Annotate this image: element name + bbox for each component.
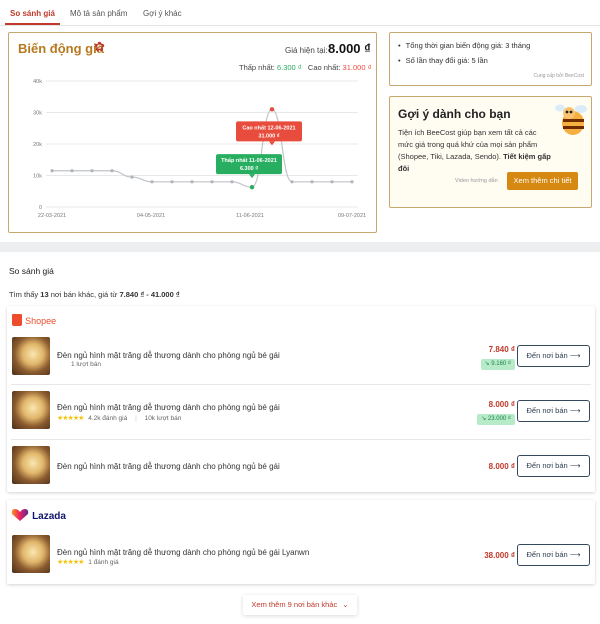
product-name[interactable]: Đèn ngủ hình mặt trăng dễ thương dành ch…: [57, 548, 309, 557]
tab-other-suggestions[interactable]: Gợi ý khác: [143, 9, 182, 18]
rating-count: 4.2k đánh giá: [88, 415, 128, 422]
beecost-credit: Cung cấp bởi BeeCost: [533, 73, 584, 79]
lazada-logo: Lazada: [11, 508, 66, 522]
product-price: 38.000 ₫: [484, 551, 515, 560]
go-to-store-button[interactable]: Đến nơi bán ⟶: [517, 455, 590, 477]
product-thumbnail[interactable]: [12, 446, 50, 484]
data-point: [70, 169, 74, 173]
data-point: [110, 169, 114, 173]
chevron-down-icon: ⌄: [342, 600, 349, 609]
product-name[interactable]: Đèn ngủ hình mặt trăng dễ thương dành ch…: [57, 403, 280, 412]
rating-count: 1 đánh giá: [88, 559, 119, 566]
data-point: [249, 184, 255, 190]
x-tick-label: 04-05-2021: [137, 213, 165, 219]
data-point: [269, 107, 275, 112]
section-divider: [0, 242, 600, 252]
data-point: [310, 180, 314, 184]
go-to-store-button[interactable]: Đến nơi bán ⟶: [517, 544, 590, 566]
data-point: [170, 180, 174, 184]
data-point: [290, 180, 294, 184]
data-point: [150, 180, 154, 184]
list-item: Đèn ngủ hình mặt trăng dễ thương dành ch…: [7, 386, 595, 434]
see-more-label: Xem thêm 9 nơi bán khác: [251, 600, 338, 609]
price-drop-badge: ↘ 23.000 ₫: [477, 414, 515, 425]
product-sold: 1 lượt bán: [71, 361, 101, 368]
found-sellers-summary: Tìm thấy 13 nơi bán khác, giá từ 7.840 ₫…: [9, 290, 180, 299]
lazada-seller-group: Lazada Đèn ngủ hình mặt trăng dễ thương …: [7, 500, 595, 584]
row-divider: [11, 439, 591, 440]
price-change-info-card: Tổng thời gian biến động giá: 3 tháng Số…: [389, 32, 592, 86]
callout-pointer: [269, 141, 275, 146]
product-name[interactable]: Đèn ngủ hình mặt trăng dễ thương dành ch…: [57, 462, 280, 471]
product-sold: 10k lượt bán: [144, 415, 182, 422]
data-point: [90, 169, 94, 173]
tab-bar: So sánh giá Mô tả sản phẩm Gợi ý khác: [0, 0, 600, 26]
rating-stars-icon: ★★★★★: [57, 559, 84, 566]
found-prefix: Tìm thấy: [9, 290, 39, 299]
suggestion-title: Gợi ý dành cho bạn: [398, 107, 511, 121]
tab-product-description[interactable]: Mô tả sản phẩm: [70, 9, 127, 18]
lazada-name: Lazada: [32, 511, 66, 522]
change-count-info: Số lần thay đổi giá: 5 lần: [398, 56, 488, 65]
product-price: 8.000 ₫: [488, 462, 515, 471]
y-tick-label: 40k: [33, 79, 42, 85]
data-point: [350, 180, 354, 184]
suggestion-text: Tiện ích BeeCost giúp bạn xem tất cả các…: [398, 127, 553, 175]
callout-price: 6.300 ₫: [240, 166, 258, 172]
lazada-heart-icon: [11, 509, 29, 521]
data-point: [210, 180, 214, 184]
x-tick-label: 22-03-2021: [38, 213, 66, 219]
tab-price-compare[interactable]: So sánh giá: [10, 9, 55, 18]
product-rating-row: ★★★★★ 4.2k đánh giá | 10k lượt bán: [57, 415, 182, 422]
see-more-details-button[interactable]: Xem thêm chi tiết: [507, 172, 578, 190]
y-tick-label: 10k: [33, 174, 42, 180]
callout-pointer: [249, 174, 255, 179]
callout-date: Thấp nhất 11-06-2021: [221, 157, 277, 164]
data-point: [230, 180, 234, 184]
price-history-card: Biến động giá ✿ Giá hiện tại: 8.000 ₫ Th…: [8, 32, 377, 233]
x-tick-label: 11-06-2021: [236, 213, 264, 219]
product-name[interactable]: Đèn ngủ hình mặt trăng dễ thương dành ch…: [57, 351, 280, 360]
product-price: 7.840 ₫: [488, 345, 515, 354]
product-thumbnail[interactable]: [12, 535, 50, 573]
y-tick-label: 0: [39, 205, 42, 211]
row-divider: [11, 384, 591, 385]
callout-price: 31.000 ₫: [258, 133, 279, 139]
found-mid: nơi bán khác, giá từ: [50, 290, 118, 299]
price-history-chart: 0 10k 20k 30k 40k 22-03-2021 04-05-2021 11-06-2…: [33, 79, 366, 219]
video-guide-link[interactable]: Video hướng dẫn: [455, 178, 498, 184]
data-point: [50, 169, 54, 173]
product-rating-row: ★★★★★ 1 đánh giá: [57, 558, 119, 566]
compare-section-title: So sánh giá: [9, 266, 54, 276]
data-point: [130, 175, 134, 179]
see-more-sellers-button[interactable]: Xem thêm 9 nơi bán khác ⌄: [243, 595, 357, 615]
found-count: 13: [40, 290, 49, 299]
suggestion-card: Gợi ý dành cho bạn Tiện ích BeeCost giúp…: [389, 96, 592, 208]
active-tab-indicator: [5, 23, 60, 25]
shopee-logo: Shopee: [12, 314, 56, 327]
data-point: [190, 180, 194, 184]
price-drop-badge: ↘ 9.160 ₫: [480, 359, 515, 370]
x-tick-label: 09-07-2021: [338, 213, 366, 219]
data-point: [330, 180, 334, 184]
list-item: Đèn ngủ hình mặt trăng dễ thương dành ch…: [7, 332, 595, 380]
y-tick-label: 20k: [33, 142, 42, 148]
product-thumbnail[interactable]: [12, 337, 50, 375]
callout-date: Cao nhất 12-06-2021: [242, 124, 295, 131]
y-tick-label: 30k: [33, 111, 42, 117]
product-price: 8.000 ₫: [488, 400, 515, 409]
shopee-seller-group: Shopee Đèn ngủ hình mặt trăng dễ thương …: [7, 306, 595, 492]
shopee-bag-icon: [12, 314, 22, 326]
product-thumbnail[interactable]: [12, 391, 50, 429]
shopee-name: Shopee: [25, 316, 57, 326]
duration-info: Tổng thời gian biến động giá: 3 tháng: [398, 41, 531, 50]
bee-mascot-icon: [555, 104, 587, 135]
list-item: Đèn ngủ hình mặt trăng dễ thương dành ch…: [7, 532, 595, 580]
list-item: Đèn ngủ hình mặt trăng dễ thương dành ch…: [7, 441, 595, 489]
go-to-store-button[interactable]: Đến nơi bán ⟶: [517, 345, 590, 367]
rating-stars-icon: ★★★★★: [57, 415, 84, 422]
found-range: 7.840 ₫ - 41.000 ₫: [119, 290, 180, 299]
go-to-store-button[interactable]: Đến nơi bán ⟶: [517, 400, 590, 422]
